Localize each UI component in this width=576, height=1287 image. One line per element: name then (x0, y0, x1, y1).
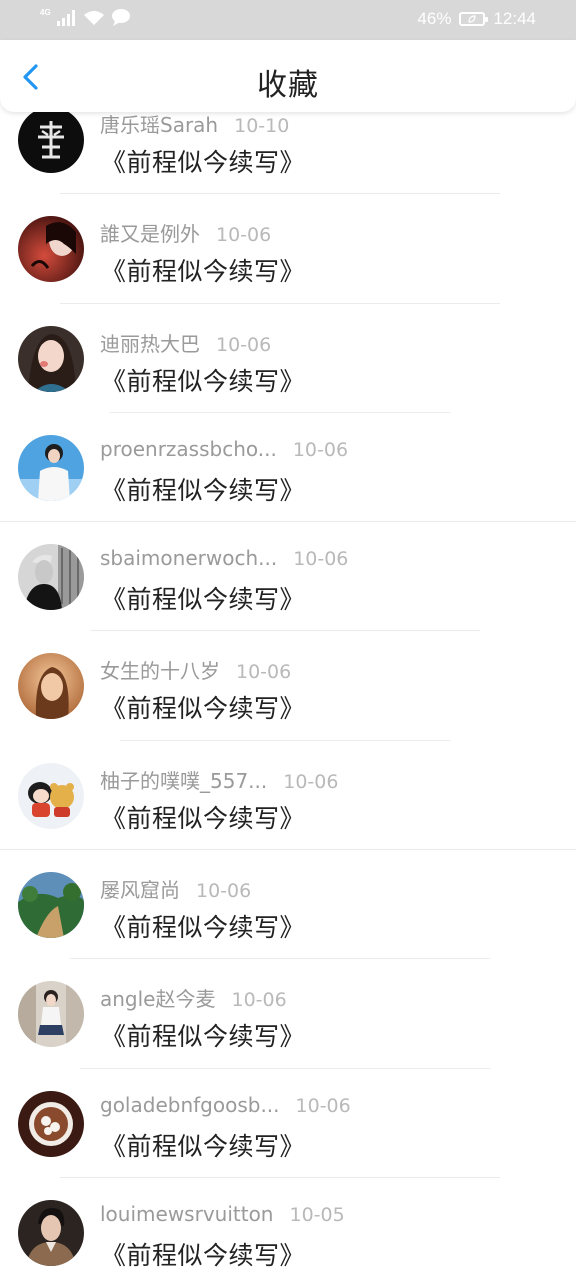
list-item[interactable]: 誰又是例外 10-06 《前程似今续写》 (0, 194, 576, 304)
user-avatar[interactable] (18, 325, 84, 392)
item-date: 10-06 (216, 224, 272, 247)
item-date: 10-06 (231, 989, 287, 1012)
list-item[interactable]: sbaimonerwoch... 10-06 《前程似今续写》 (0, 522, 576, 632)
user-name[interactable]: 屡风窟尚 (100, 874, 180, 903)
user-avatar[interactable] (18, 544, 84, 611)
list-item[interactable]: 柚子的噗噗_557... 10-06 《前程似今续写》 (0, 741, 576, 851)
item-title[interactable]: 《前程似今续写》 (101, 362, 305, 398)
item-title[interactable]: 《前程似今续写》 (101, 143, 305, 179)
battery-icon (459, 12, 489, 26)
user-name[interactable]: 女生的十八岁 (100, 655, 220, 684)
item-title[interactable]: 《前程似今续写》 (101, 471, 305, 507)
clock: 12:44 (493, 9, 536, 28)
battery-percent: 46% (417, 9, 452, 28)
user-name[interactable]: 柚子的噗噗_557... (100, 765, 267, 794)
list-item[interactable]: louimewsrvuitton 10-05 《前程似今续写》 (0, 1178, 576, 1287)
item-title[interactable]: 《前程似今续写》 (101, 252, 305, 288)
item-title[interactable]: 《前程似今续写》 (101, 1127, 305, 1163)
list-item[interactable]: goladebnfgoosb... 10-06 《前程似今续写》 (0, 1069, 576, 1178)
user-name[interactable]: 迪丽热大巴 (100, 328, 200, 357)
list-item[interactable]: angle赵今麦 10-06 《前程似今续写》 (0, 959, 576, 1069)
item-date: 10-06 (283, 770, 339, 793)
user-name[interactable]: sbaimonerwoch... (100, 546, 277, 570)
header: 收藏 (0, 40, 576, 112)
user-avatar[interactable] (18, 1090, 84, 1157)
list-item[interactable]: 女生的十八岁 10-06 《前程似今续写》 (0, 631, 576, 741)
item-title[interactable]: 《前程似今续写》 (101, 799, 305, 835)
list-item[interactable]: proenrzassbcho... 10-06 《前程似今续写》 (0, 413, 576, 523)
item-date: 10-10 (234, 115, 290, 137)
list-item[interactable]: 屡风窟尚 10-06 《前程似今续写》 (0, 850, 576, 960)
user-name[interactable]: goladebnfgoosb... (100, 1093, 280, 1117)
status-bar-left: 4G (40, 7, 131, 26)
user-name[interactable]: proenrzassbcho... (100, 437, 277, 461)
user-avatar[interactable] (18, 107, 84, 173)
user-avatar[interactable] (18, 434, 84, 501)
item-title[interactable]: 《前程似今续写》 (101, 689, 305, 725)
user-name[interactable]: louimewsrvuitton (100, 1202, 273, 1226)
user-avatar[interactable] (18, 981, 84, 1048)
wifi-icon (83, 10, 104, 25)
item-date: 10-06 (295, 1094, 351, 1117)
item-title[interactable]: 《前程似今续写》 (101, 580, 305, 616)
user-name[interactable]: 誰又是例外 (100, 218, 200, 247)
item-date: 10-06 (216, 333, 272, 356)
status-bar: 4G 46% 12:44 (0, 0, 576, 40)
page-title: 收藏 (257, 68, 319, 103)
signal-icon (56, 9, 75, 26)
item-title[interactable]: 《前程似今续写》 (101, 908, 305, 944)
favorites-list: 唐乐瑶Sarah 10-10 《前程似今续写》 誰又是例外 10-06 《前程似今续… (0, 85, 576, 1287)
user-avatar[interactable] (18, 216, 84, 283)
item-date: 10-06 (292, 438, 349, 461)
list-item[interactable]: 迪丽热大巴 10-06 《前程似今续写》 (0, 304, 576, 413)
user-avatar[interactable] (18, 872, 84, 939)
status-bar-right: 46% 12:44 (417, 9, 536, 29)
item-date: 10-06 (293, 548, 349, 571)
item-date: 10-05 (289, 1203, 345, 1226)
user-name[interactable]: angle赵今麦 (100, 983, 216, 1012)
item-title[interactable]: 《前程似今续写》 (101, 1017, 305, 1053)
user-avatar[interactable] (18, 1199, 84, 1266)
message-icon (111, 9, 130, 26)
network-type: 4G (40, 7, 51, 17)
item-title[interactable]: 《前程似今续写》 (101, 1236, 305, 1272)
user-avatar[interactable] (18, 653, 84, 720)
item-date: 10-06 (196, 880, 252, 903)
user-avatar[interactable] (18, 762, 84, 829)
item-date: 10-06 (236, 661, 292, 684)
user-name[interactable]: 唐乐瑶Sarah (100, 109, 218, 138)
